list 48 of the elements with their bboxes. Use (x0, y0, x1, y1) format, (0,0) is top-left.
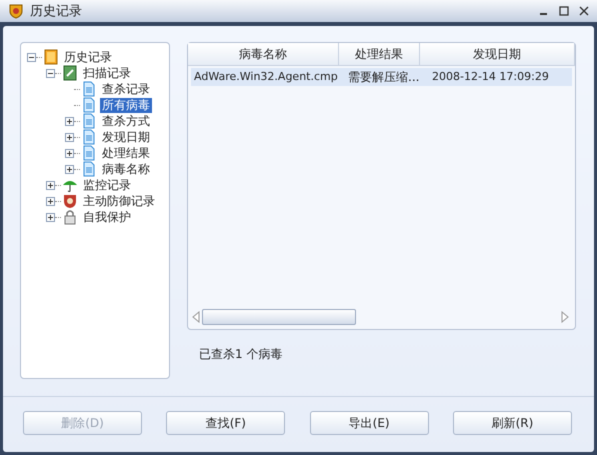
column-header[interactable]: 处理结果 (339, 43, 420, 65)
lock-icon (62, 209, 78, 225)
expand-icon[interactable] (46, 180, 55, 190)
document-icon (81, 113, 97, 129)
tree-item[interactable]: 发现日期 (100, 130, 152, 144)
column-header[interactable]: 病毒名称 (188, 43, 339, 65)
expand-icon[interactable] (65, 164, 74, 174)
tree-item[interactable]: 所有病毒 (100, 98, 152, 112)
expand-icon[interactable] (65, 132, 74, 142)
table-row[interactable]: AdWare.Win32.Agent.cmp 需要解压缩... 2008-12-14 17:09:29 (191, 68, 572, 86)
folder-icon (43, 49, 59, 65)
tree-item[interactable]: 扫描记录 (81, 66, 133, 80)
shield-logo-icon (8, 3, 24, 19)
document-icon (81, 129, 97, 145)
shield-icon (62, 193, 78, 209)
document-icon (81, 97, 97, 113)
document-icon (81, 145, 97, 161)
document-icon (81, 161, 97, 177)
tree-item[interactable]: 病毒名称 (100, 162, 152, 176)
action-button[interactable]: 刷新(R) (452, 411, 572, 435)
action-button[interactable]: 查找(F) (166, 411, 286, 435)
tree-item[interactable]: 监控记录 (81, 178, 133, 192)
tree-item[interactable]: 查杀方式 (100, 114, 152, 128)
maximize-icon[interactable] (559, 6, 569, 16)
collapse-icon[interactable] (46, 68, 55, 78)
column-header[interactable]: 发现日期 (420, 43, 575, 65)
document-icon (81, 81, 97, 97)
window-title: 历史记录 (30, 3, 83, 20)
scan-icon (62, 65, 78, 81)
scroll-left-icon[interactable] (192, 311, 200, 323)
tree-item[interactable]: 主动防御记录 (81, 194, 157, 208)
action-button[interactable]: 导出(E) (310, 411, 429, 435)
tree-item[interactable]: 自我保护 (81, 210, 133, 224)
tree-item[interactable]: 处理结果 (100, 146, 152, 160)
tree-item[interactable]: 查杀记录 (100, 82, 152, 96)
table-cell-text: 需要解压缩... (347, 69, 420, 86)
expand-icon[interactable] (46, 212, 55, 222)
scrollbar-thumb[interactable] (202, 309, 356, 325)
collapse-icon[interactable] (27, 52, 36, 62)
expand-icon[interactable] (65, 148, 74, 158)
tree-item[interactable]: 历史记录 (62, 50, 114, 64)
table-cell-text: AdWare.Win32.Agent.cmp (193, 69, 339, 85)
close-icon[interactable] (579, 6, 589, 16)
status-text: 已查杀1 个病毒 (198, 346, 284, 363)
scroll-right-icon[interactable] (561, 311, 569, 323)
expand-icon[interactable] (65, 116, 74, 126)
expand-icon[interactable] (46, 196, 55, 206)
table-cell-text: 2008-12-14 17:09:29 (431, 69, 550, 85)
